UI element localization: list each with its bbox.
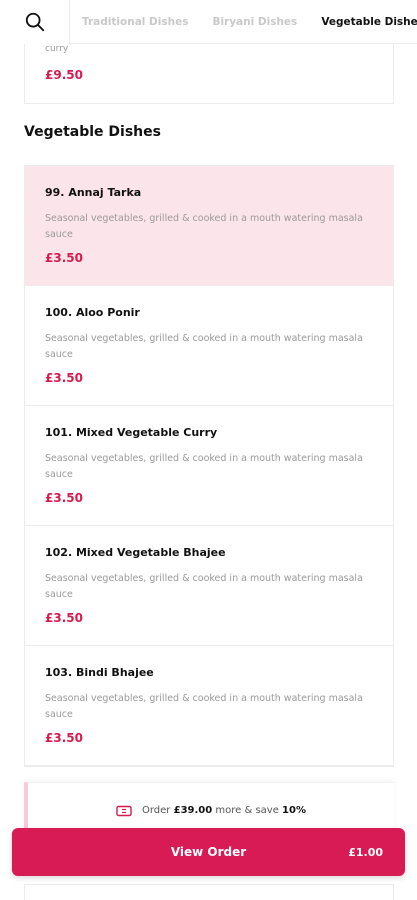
menu-item-description: Seasonal vegetables, grilled & cooked in… bbox=[45, 453, 363, 480]
category-bar: Traditional Dishes Biryani Dishes Vegeta… bbox=[0, 0, 417, 44]
menu-item[interactable]: 100. Aloo Ponir Seasonal vegetables, gri… bbox=[25, 286, 393, 406]
next-menu-item-peek bbox=[24, 884, 394, 900]
search-icon bbox=[25, 12, 44, 31]
discount-threshold: £39.00 bbox=[173, 805, 213, 816]
menu-item-name: 101. Mixed Vegetable Curry bbox=[45, 426, 218, 439]
menu-page: Traditional Dishes Biryani Dishes Vegeta… bbox=[0, 0, 417, 900]
search-button[interactable] bbox=[0, 0, 70, 44]
menu-item[interactable]: 99. Annaj Tarka Seasonal vegetables, gri… bbox=[25, 166, 393, 286]
menu-item-name: 102. Mixed Vegetable Bhajee bbox=[45, 546, 226, 559]
view-order-label: View Order bbox=[170, 845, 247, 859]
view-order-button[interactable]: View Order £1.00 bbox=[12, 828, 405, 876]
menu-item-price: £3.50 bbox=[45, 731, 83, 745]
menu-item-description: Seasonal vegetables, grilled & cooked in… bbox=[45, 573, 363, 600]
menu-item-name: 99. Annaj Tarka bbox=[45, 186, 142, 199]
menu-item-name: 100. Aloo Ponir bbox=[45, 306, 140, 319]
discount-middle: more & save bbox=[215, 805, 279, 816]
tab-vegetable-dishes[interactable]: Vegetable Dishes bbox=[321, 16, 417, 28]
menu-item-description: curry bbox=[45, 44, 69, 54]
tab-traditional-dishes[interactable]: Traditional Dishes bbox=[82, 16, 188, 28]
menu-item-price: £3.50 bbox=[45, 491, 83, 505]
menu-item-description: Seasonal vegetables, grilled & cooked in… bbox=[45, 693, 363, 720]
ticket-icon bbox=[116, 805, 132, 816]
discount-percent: 10% bbox=[282, 805, 306, 816]
order-total: £1.00 bbox=[348, 845, 383, 859]
menu-item-list: 99. Annaj Tarka Seasonal vegetables, gri… bbox=[24, 165, 394, 767]
discount-text: Order £39.00 more & save 10% bbox=[142, 805, 306, 816]
menu-item-description: Seasonal vegetables, grilled & cooked in… bbox=[45, 213, 363, 240]
category-tabs: Traditional Dishes Biryani Dishes Vegeta… bbox=[70, 0, 417, 44]
menu-item-name: 103. Bindi Bhajee bbox=[45, 666, 154, 679]
menu-item-price: £9.50 bbox=[45, 68, 83, 82]
menu-item[interactable]: 102. Mixed Vegetable Bhajee Seasonal veg… bbox=[25, 526, 393, 646]
menu-item-price: £3.50 bbox=[45, 251, 83, 265]
menu-item[interactable]: 103. Bindi Bhajee Seasonal vegetables, g… bbox=[25, 646, 393, 766]
tab-biryani-dishes[interactable]: Biryani Dishes bbox=[212, 16, 297, 28]
menu-item-price: £3.50 bbox=[45, 611, 83, 625]
menu-item-description: Seasonal vegetables, grilled & cooked in… bbox=[45, 333, 363, 360]
menu-item-price: £3.50 bbox=[45, 371, 83, 385]
section-title: Vegetable Dishes bbox=[24, 124, 161, 140]
menu-item[interactable]: 101. Mixed Vegetable Curry Seasonal vege… bbox=[25, 406, 393, 526]
discount-prefix: Order bbox=[142, 805, 171, 816]
